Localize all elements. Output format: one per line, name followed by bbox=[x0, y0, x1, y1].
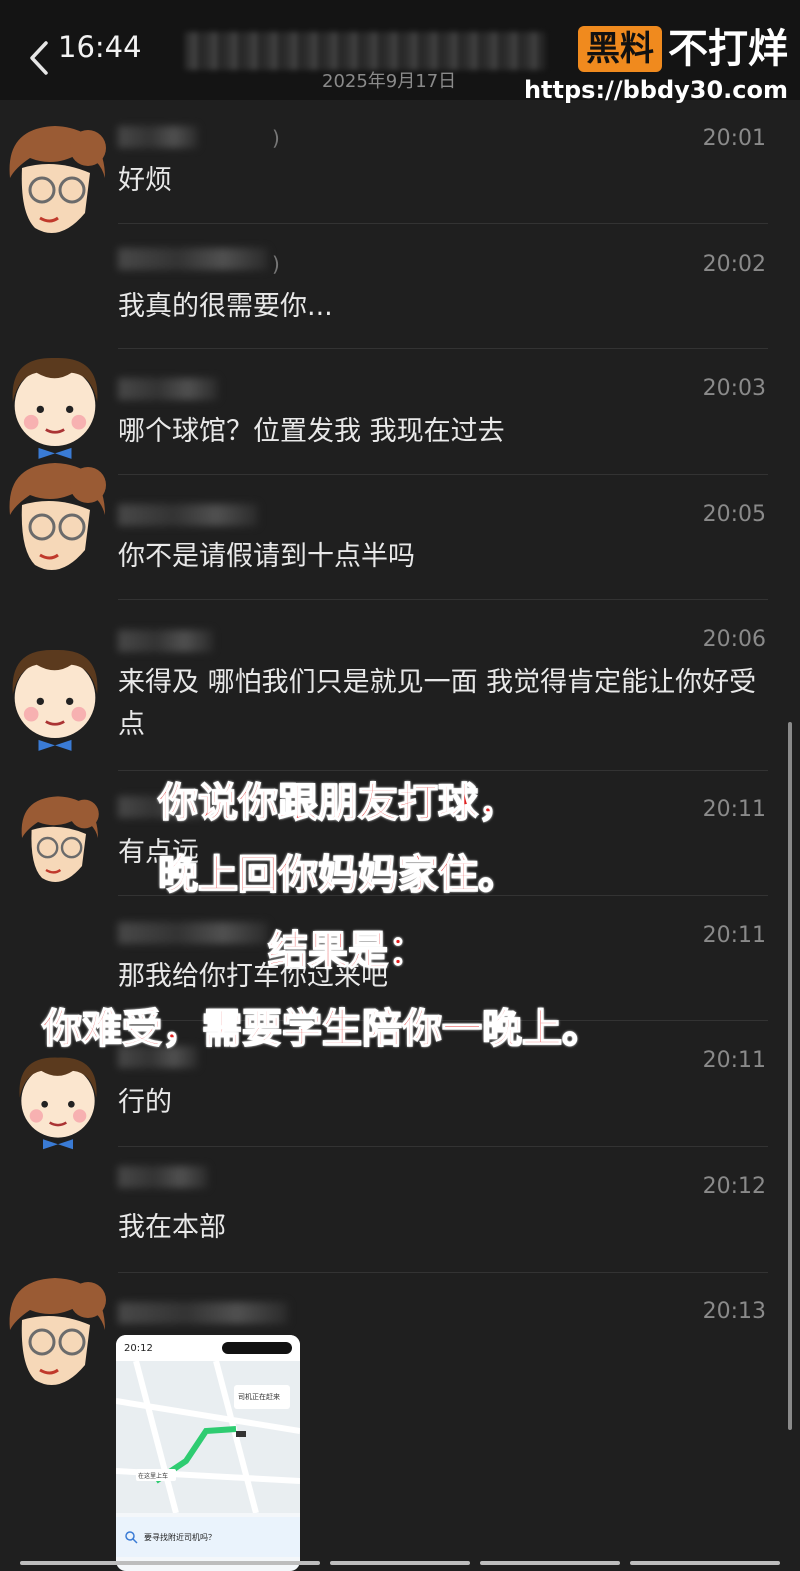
bottom-bar-segment bbox=[330, 1561, 470, 1565]
image-message-thumbnail[interactable]: 20:12 司机正在赶来 在这里上车 要寻找附近司机吗？ bbox=[116, 1335, 300, 1571]
sender-paren: ) bbox=[272, 126, 280, 150]
back-chevron-icon[interactable] bbox=[28, 40, 50, 76]
search-icon bbox=[125, 1531, 138, 1544]
thumb-prompt-text: 要寻找附近司机吗？ bbox=[144, 1532, 216, 1542]
watermark-brand: 不打烊 bbox=[668, 26, 788, 72]
map-view: 司机正在赶来 在这里上车 bbox=[116, 1360, 300, 1514]
message-time: 20:06 bbox=[702, 627, 766, 652]
message-time: 20:11 bbox=[702, 923, 766, 948]
message-text: 行的 bbox=[118, 1087, 172, 1118]
message-text: 来得及 哪怕我们只是就见一面 我觉得肯定能让你好受点 bbox=[118, 667, 757, 740]
message-time: 20:13 bbox=[702, 1299, 766, 1324]
message-text: 那我给你打车你过来吧 bbox=[118, 961, 388, 992]
message-text: 我真的很需要你... bbox=[118, 291, 333, 322]
sender-name-blurred bbox=[118, 248, 268, 270]
scrollbar[interactable] bbox=[788, 722, 792, 1430]
thumb-dynamic-island bbox=[222, 1342, 292, 1354]
overlay-caption-line1: 你说你跟朋友打球， bbox=[157, 779, 519, 827]
message-time: 20:11 bbox=[702, 797, 766, 822]
sender-paren: ) bbox=[272, 252, 280, 276]
message-time: 20:12 bbox=[702, 1174, 766, 1199]
watermark-badge: 黑料 bbox=[578, 26, 662, 72]
watermark: 黑料 不打烊 https://bbdy30.com bbox=[524, 26, 788, 104]
message-time: 20:02 bbox=[702, 252, 766, 277]
message-text: 我在本部 bbox=[118, 1212, 226, 1243]
bottom-bar-segment bbox=[480, 1561, 620, 1565]
watermark-url: https://bbdy30.com bbox=[523, 76, 788, 104]
message-time: 20:05 bbox=[702, 502, 766, 527]
thumb-time: 20:12 bbox=[124, 1342, 153, 1354]
message-time: 20:03 bbox=[702, 376, 766, 401]
thumb-nav-banner: 司机正在赶来 bbox=[238, 1392, 280, 1401]
message-time: 20:01 bbox=[702, 126, 766, 151]
thumb-prompt-card: 要寻找附近司机吗？ bbox=[116, 1517, 300, 1557]
overlay-caption-line2: 晚上回你妈妈家住。 bbox=[157, 851, 519, 899]
female-avatar-icon[interactable] bbox=[0, 1270, 110, 1395]
message-text: 好烦 bbox=[118, 165, 172, 196]
male-avatar-icon[interactable] bbox=[8, 1042, 108, 1154]
bottom-bar-segment bbox=[20, 1561, 320, 1565]
thumb-status-bar: 20:12 bbox=[116, 1335, 300, 1361]
message-time: 20:11 bbox=[702, 1048, 766, 1073]
message-text: 哪个球馆？位置发我 我现在过去 bbox=[118, 416, 505, 447]
sender-name-blurred bbox=[118, 922, 268, 944]
chat-date: 2025年9月17日 bbox=[322, 71, 457, 92]
bottom-bar-segment bbox=[630, 1561, 780, 1565]
thumb-pickup-label: 在这里上车 bbox=[138, 1472, 168, 1480]
blurred-chat-title bbox=[185, 32, 545, 70]
sender-name-blurred bbox=[118, 1166, 208, 1188]
sender-name-blurred bbox=[118, 378, 218, 400]
female-avatar-icon[interactable] bbox=[0, 455, 110, 580]
sender-name-blurred bbox=[118, 630, 213, 652]
overlay-caption-line4: 你难受，需要学生陪你一晚上。 bbox=[41, 1005, 603, 1053]
male-avatar-icon[interactable] bbox=[0, 340, 110, 465]
female-avatar-icon[interactable] bbox=[0, 118, 110, 243]
overlay-caption-line3: 结果是： bbox=[267, 927, 429, 975]
sender-name-blurred bbox=[118, 1302, 288, 1324]
female-avatar-icon[interactable] bbox=[8, 790, 108, 890]
sender-name-blurred bbox=[118, 504, 258, 526]
male-avatar-icon[interactable] bbox=[0, 632, 110, 757]
sender-name-blurred bbox=[118, 126, 198, 148]
message-text: 你不是请假请到十点半吗 bbox=[118, 541, 415, 572]
status-clock: 16:44 bbox=[58, 30, 142, 64]
